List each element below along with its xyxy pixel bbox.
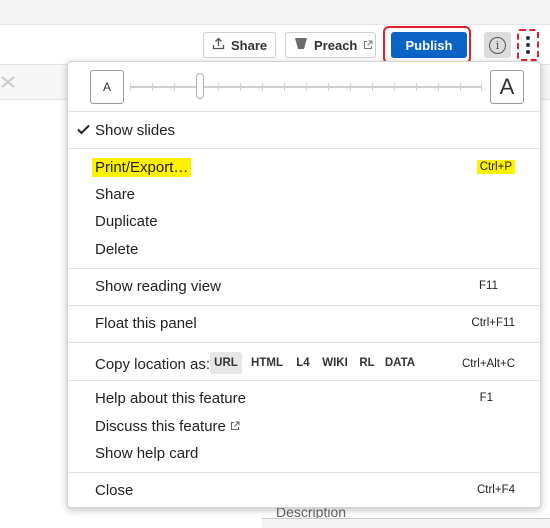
- font-size-slider[interactable]: [130, 83, 482, 91]
- slider-tick: [262, 83, 263, 91]
- font-size-slider-thumb[interactable]: [196, 73, 205, 99]
- increase-font-size-button[interactable]: A: [490, 70, 524, 104]
- more-vertical-icon[interactable]: [517, 29, 539, 61]
- menu-divider: [68, 268, 540, 269]
- preach-button[interactable]: Preach: [285, 32, 376, 58]
- menu-item-delete[interactable]: Delete: [68, 237, 540, 261]
- large-a-label: A: [499, 74, 515, 99]
- menu-item-show-help-card[interactable]: Show help card: [68, 441, 540, 465]
- clear-filter-icon[interactable]: [0, 74, 16, 95]
- menu-item-duplicate[interactable]: Duplicate: [68, 209, 540, 233]
- menu-item-float-panel[interactable]: Float this panel Ctrl+F11: [68, 311, 540, 335]
- description-field[interactable]: [262, 518, 550, 528]
- info-icon: i: [489, 36, 506, 54]
- publish-annotation-circle: [383, 26, 471, 64]
- menu-item-shortcut: F1: [479, 392, 493, 404]
- menu-item-discuss-feature[interactable]: Discuss this feature: [68, 414, 540, 438]
- menu-item-label: Discuss this feature: [95, 418, 240, 435]
- menu-item-copy-location: Copy location as: URL HTML L4 WIKI RL DA…: [68, 352, 540, 376]
- menu-divider: [68, 111, 540, 112]
- preach-button-label: Preach: [314, 37, 358, 53]
- menu-divider: [68, 380, 540, 381]
- menu-item-label: Help about this feature: [95, 389, 246, 407]
- copy-format-l4[interactable]: L4: [292, 352, 314, 374]
- small-a-label: A: [102, 80, 111, 94]
- menu-item-label: Show help card: [95, 444, 199, 462]
- menu-item-help-feature[interactable]: Help about this feature F1: [68, 386, 540, 410]
- menu-divider: [68, 472, 540, 473]
- menu-item-print-export[interactable]: Print/Export… Ctrl+P: [68, 155, 540, 179]
- slider-tick: [306, 83, 307, 91]
- menu-item-label: Show slides: [95, 121, 176, 139]
- slider-tick: [416, 83, 417, 91]
- more-options-menu: A A Show slides Print/Export… Ctrl+P Sha…: [67, 61, 541, 508]
- slider-tick: [350, 83, 351, 91]
- menu-divider: [68, 342, 540, 343]
- menu-item-label: Duplicate: [95, 212, 158, 230]
- external-link-icon: [363, 38, 373, 53]
- copy-format-wiki[interactable]: WIKI: [318, 352, 352, 374]
- info-glyph: i: [495, 38, 500, 52]
- menu-item-label: Copy location as:: [95, 355, 211, 373]
- menu-item-shortcut: Ctrl+P: [476, 160, 515, 174]
- slider-tick: [152, 83, 153, 91]
- external-link-icon: [230, 421, 240, 434]
- title-strip: [0, 0, 550, 24]
- menu-item-label: Show reading view: [95, 277, 221, 295]
- more-dot-1: [526, 36, 530, 40]
- more-dot-3: [526, 50, 530, 54]
- menu-divider: [68, 305, 540, 306]
- slider-tick: [438, 83, 439, 91]
- menu-item-shortcut: Ctrl+Alt+C: [461, 358, 515, 370]
- menu-item-label: Delete: [95, 240, 139, 258]
- slider-tick: [394, 83, 395, 91]
- menu-divider: [68, 148, 540, 149]
- slider-tick: [460, 83, 461, 91]
- preach-icon: [294, 37, 308, 53]
- copy-format-data[interactable]: DATA: [382, 352, 418, 374]
- menu-item-label: Float this panel: [95, 314, 197, 332]
- copy-format-rl[interactable]: RL: [356, 352, 378, 374]
- menu-item-shortcut: Ctrl+F11: [471, 317, 515, 329]
- menu-item-show-reading-view[interactable]: Show reading view F11: [68, 274, 540, 298]
- slider-tick: [328, 83, 329, 91]
- menu-item-label: Share: [95, 185, 136, 203]
- slider-tick: [130, 83, 131, 91]
- checkmark-icon: [77, 122, 90, 138]
- info-button[interactable]: i: [484, 32, 511, 58]
- menu-item-shortcut: F11: [479, 280, 498, 292]
- menu-item-share[interactable]: Share: [68, 182, 540, 206]
- copy-format-html[interactable]: HTML: [248, 352, 286, 374]
- menu-item-shortcut: Ctrl+F4: [476, 484, 515, 496]
- slider-tick: [284, 83, 285, 91]
- discuss-label-text: Discuss this feature: [95, 417, 226, 435]
- slider-tick: [481, 83, 482, 91]
- menu-item-label: Close: [95, 481, 134, 499]
- more-dot-2: [526, 43, 530, 47]
- share-button[interactable]: Share: [203, 32, 276, 58]
- decrease-font-size-button[interactable]: A: [90, 70, 124, 104]
- upload-icon: [212, 37, 225, 53]
- slider-tick: [218, 83, 219, 91]
- menu-item-label: Print/Export…: [92, 157, 192, 177]
- copy-format-url[interactable]: URL: [210, 352, 242, 374]
- share-button-label: Share: [231, 37, 268, 53]
- menu-item-show-slides[interactable]: Show slides: [68, 118, 540, 142]
- menu-item-close[interactable]: Close Ctrl+F4: [68, 478, 540, 502]
- slider-tick: [174, 83, 175, 91]
- slider-tick: [240, 83, 241, 91]
- slider-tick: [372, 83, 373, 91]
